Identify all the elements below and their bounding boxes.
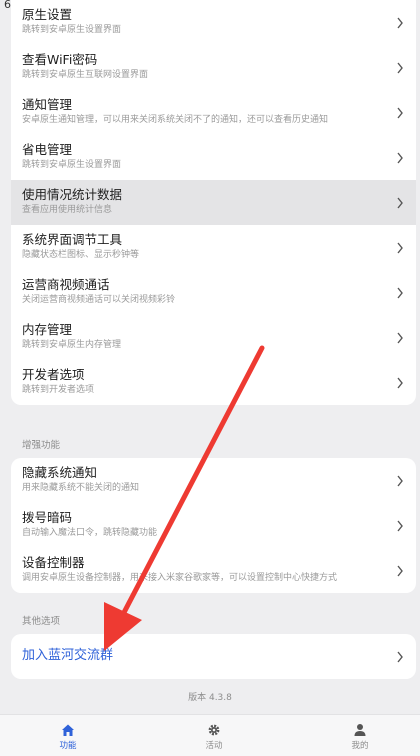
section-label-enhanced: 增强功能 xyxy=(22,440,61,451)
nav-label: 我的 xyxy=(351,741,369,751)
item-description: 隐藏状态栏图标、显示秒钟等 xyxy=(22,250,140,260)
list-item-system-ui-tuner[interactable]: 系统界面调节工具 隐藏状态栏图标、显示秒钟等 xyxy=(11,225,416,270)
chevron-right-icon xyxy=(397,651,403,662)
item-title: 隐藏系统通知 xyxy=(22,465,98,480)
item-title: 省电管理 xyxy=(22,142,73,157)
settings-card-enhanced: 隐藏系统通知 用来隐藏系统不能关闭的通知 拨号暗码 自动输入魔法口令，跳转隐藏功… xyxy=(11,458,416,593)
item-title: 开发者选项 xyxy=(22,367,85,382)
chevron-right-icon xyxy=(397,242,403,253)
item-description: 跳转到安卓原生设置界面 xyxy=(22,160,122,170)
nav-item-profile[interactable]: 我的 xyxy=(320,719,400,751)
item-title: 原生设置 xyxy=(22,7,73,22)
item-description: 安卓原生通知管理，可以用来关闭系统关闭不了的通知，还可以查看历史通知 xyxy=(22,115,329,125)
item-title: 通知管理 xyxy=(22,97,73,112)
bottom-nav: 功能 活动 我的 xyxy=(0,714,420,756)
item-description: 关闭运营商视频通话可以关闭视频彩铃 xyxy=(22,295,176,305)
nav-label: 功能 xyxy=(59,741,77,751)
version-label: 版本 4.3.8 xyxy=(188,693,232,703)
chevron-right-icon xyxy=(397,475,403,486)
chevron-right-icon xyxy=(397,565,403,576)
list-item-wifi-password[interactable]: 查看WiFi密码 跳转到安卓原生互联网设置界面 xyxy=(11,45,416,90)
list-item-device-controller[interactable]: 设备控制器 调用安卓原生设备控制器，用来接入米家谷歌家等，可以设置控制中心快捷方… xyxy=(11,548,416,593)
nav-item-features[interactable]: 功能 xyxy=(28,719,108,751)
settings-card-system: 原生设置 跳转到安卓原生设置界面 查看WiFi密码 跳转到安卓原生互联网设置界面… xyxy=(11,0,416,405)
item-title: 查看WiFi密码 xyxy=(22,52,98,67)
item-description: 查看应用使用统计信息 xyxy=(22,205,113,215)
item-description: 调用安卓原生设备控制器，用来接入米家谷歌家等，可以设置控制中心快捷方式 xyxy=(22,573,338,583)
list-item-usage-stats[interactable]: 使用情况统计数据 查看应用使用统计信息 xyxy=(11,180,416,225)
chevron-right-icon xyxy=(397,197,403,208)
person-icon xyxy=(354,724,366,736)
chevron-right-icon xyxy=(397,287,403,298)
item-description: 用来隐藏系统不能关闭的通知 xyxy=(22,483,140,493)
list-item-carrier-video-call[interactable]: 运营商视频通话 关闭运营商视频通话可以关闭视频彩铃 xyxy=(11,270,416,315)
join-group-link[interactable]: 加入蓝河交流群 xyxy=(11,634,416,679)
chevron-right-icon xyxy=(397,107,403,118)
section-label-other: 其他选项 xyxy=(22,616,61,627)
list-item-dialer-codes[interactable]: 拨号暗码 自动输入魔法口令，跳转隐藏功能 xyxy=(11,503,416,548)
chevron-right-icon xyxy=(397,520,403,531)
item-title: 加入蓝河交流群 xyxy=(22,648,114,663)
item-title: 内存管理 xyxy=(22,322,73,337)
chevron-right-icon xyxy=(397,152,403,163)
settings-card-other: 加入蓝河交流群 xyxy=(11,634,416,679)
list-item-developer-options[interactable]: 开发者选项 跳转到开发者选项 xyxy=(11,360,416,405)
item-title: 拨号暗码 xyxy=(22,510,73,525)
list-item-hide-system-notification[interactable]: 隐藏系统通知 用来隐藏系统不能关闭的通知 xyxy=(11,458,416,503)
list-item-notification-manager[interactable]: 通知管理 安卓原生通知管理，可以用来关闭系统关闭不了的通知，还可以查看历史通知 xyxy=(11,90,416,135)
chevron-right-icon xyxy=(397,377,403,388)
list-item-power-saving[interactable]: 省电管理 跳转到安卓原生设置界面 xyxy=(11,135,416,180)
nav-label: 活动 xyxy=(205,741,223,751)
item-title: 设备控制器 xyxy=(22,555,85,570)
chevron-right-icon xyxy=(397,332,403,343)
chevron-right-icon xyxy=(397,17,403,28)
item-title: 使用情况统计数据 xyxy=(22,187,123,202)
item-description: 跳转到开发者选项 xyxy=(22,385,95,395)
home-icon xyxy=(62,724,74,736)
list-item-memory-manager[interactable]: 内存管理 跳转到安卓原生内存管理 xyxy=(11,315,416,360)
item-description: 跳转到安卓原生设置界面 xyxy=(22,25,122,35)
item-description: 跳转到安卓原生互联网设置界面 xyxy=(22,70,149,80)
item-title: 运营商视频通话 xyxy=(22,277,110,292)
item-title: 系统界面调节工具 xyxy=(22,232,123,247)
chevron-right-icon xyxy=(397,62,403,73)
list-item-native-settings[interactable]: 原生设置 跳转到安卓原生设置界面 xyxy=(11,0,416,45)
nav-item-activity[interactable]: 活动 xyxy=(174,719,254,751)
item-description: 跳转到安卓原生内存管理 xyxy=(22,340,122,350)
item-description: 自动输入魔法口令，跳转隐藏功能 xyxy=(22,528,158,538)
gear-icon xyxy=(208,724,220,736)
